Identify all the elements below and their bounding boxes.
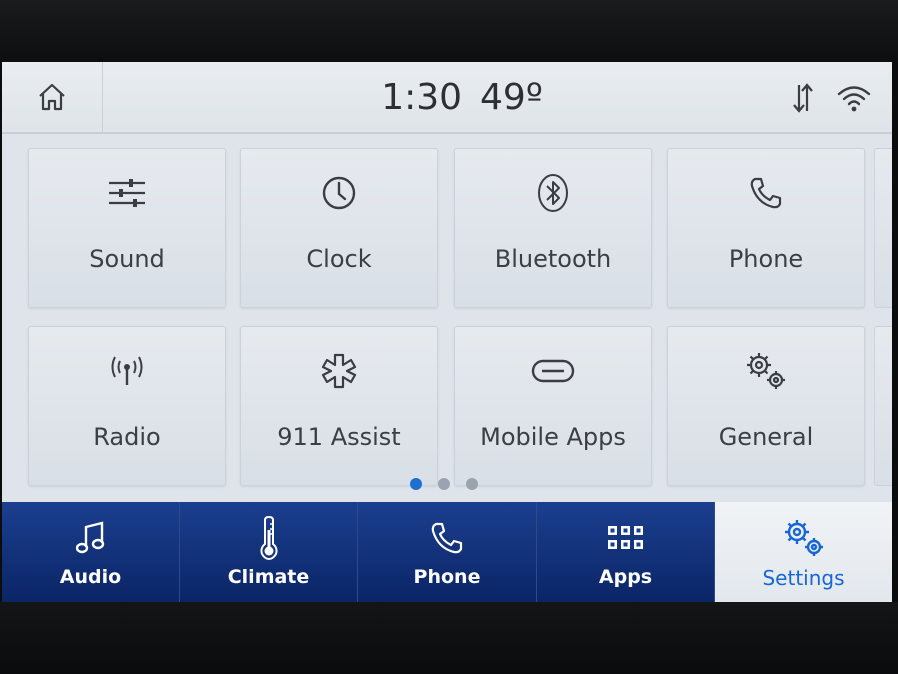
nav-label: Apps bbox=[598, 566, 653, 588]
home-button[interactable] bbox=[2, 62, 103, 132]
nav-label: Settings bbox=[762, 566, 845, 590]
status-time: 1:30 bbox=[381, 76, 463, 118]
nav-climate[interactable]: Climate bbox=[180, 502, 358, 602]
tile-label: 911 Assist bbox=[277, 423, 401, 451]
tile-radio[interactable]: Radio bbox=[28, 326, 226, 486]
tile-label: Clock bbox=[306, 245, 372, 273]
nav-label: Phone bbox=[413, 566, 481, 588]
phone-icon bbox=[431, 522, 463, 554]
apps-grid-icon bbox=[607, 526, 643, 549]
bottom-nav-bar: Audio Climate Phone Apps Settings bbox=[2, 502, 892, 602]
page-indicator bbox=[410, 478, 478, 490]
data-transfer-icon bbox=[793, 83, 813, 113]
tile-label: Sound bbox=[89, 245, 165, 273]
display-bezel-top bbox=[0, 0, 898, 62]
tile-bluetooth[interactable]: Bluetooth bbox=[454, 148, 652, 308]
equalizer-icon bbox=[109, 179, 145, 207]
nav-settings[interactable]: Settings bbox=[715, 502, 892, 602]
page-dot[interactable] bbox=[438, 478, 450, 490]
tile-label: Phone bbox=[728, 245, 804, 273]
radio-antenna-icon bbox=[111, 356, 143, 385]
nav-audio[interactable]: Audio bbox=[2, 502, 180, 602]
status-temperature: 49º bbox=[480, 76, 543, 118]
bluetooth-icon bbox=[538, 174, 568, 212]
tile-911-assist[interactable]: 911 Assist bbox=[240, 326, 438, 486]
link-icon bbox=[531, 359, 575, 383]
thermometer-icon bbox=[259, 516, 278, 560]
tile-phone[interactable]: Phone bbox=[667, 148, 865, 308]
tile-general[interactable]: General bbox=[667, 326, 865, 486]
settings-grid: Sound Clock Bluetooth Phone Radio 911 As… bbox=[2, 134, 892, 504]
clock-temperature-readout: 1:30 49º bbox=[362, 72, 562, 122]
gears-icon bbox=[784, 520, 823, 556]
music-note-icon bbox=[75, 521, 104, 554]
nav-phone[interactable]: Phone bbox=[358, 502, 537, 602]
status-bar: 1:30 49º bbox=[2, 62, 892, 134]
emergency-asterisk-icon bbox=[321, 353, 357, 389]
tile-label: General bbox=[718, 423, 814, 451]
nav-label: Climate bbox=[227, 566, 310, 588]
page-dot[interactable] bbox=[410, 478, 422, 490]
next-page-tile-peek bbox=[874, 326, 892, 486]
status-indicators bbox=[792, 78, 872, 118]
tile-label: Bluetooth bbox=[494, 245, 612, 273]
tile-mobile-apps[interactable]: Mobile Apps bbox=[454, 326, 652, 486]
page-dot[interactable] bbox=[466, 478, 478, 490]
phone-icon bbox=[750, 177, 782, 209]
infotainment-screen: 1:30 49º Sound Clock Bluetooth Phone Rad… bbox=[2, 62, 892, 602]
wifi-icon bbox=[837, 86, 871, 112]
tile-label: Radio bbox=[93, 423, 161, 451]
next-page-tile-peek bbox=[874, 148, 892, 308]
display-bezel-bottom bbox=[0, 602, 898, 674]
tile-sound[interactable]: Sound bbox=[28, 148, 226, 308]
tile-clock[interactable]: Clock bbox=[240, 148, 438, 308]
gears-icon bbox=[747, 353, 785, 389]
tile-label: Mobile Apps bbox=[480, 423, 626, 451]
nav-apps[interactable]: Apps bbox=[537, 502, 715, 602]
nav-label: Audio bbox=[59, 566, 122, 588]
home-icon bbox=[39, 83, 65, 111]
clock-icon bbox=[322, 176, 356, 210]
